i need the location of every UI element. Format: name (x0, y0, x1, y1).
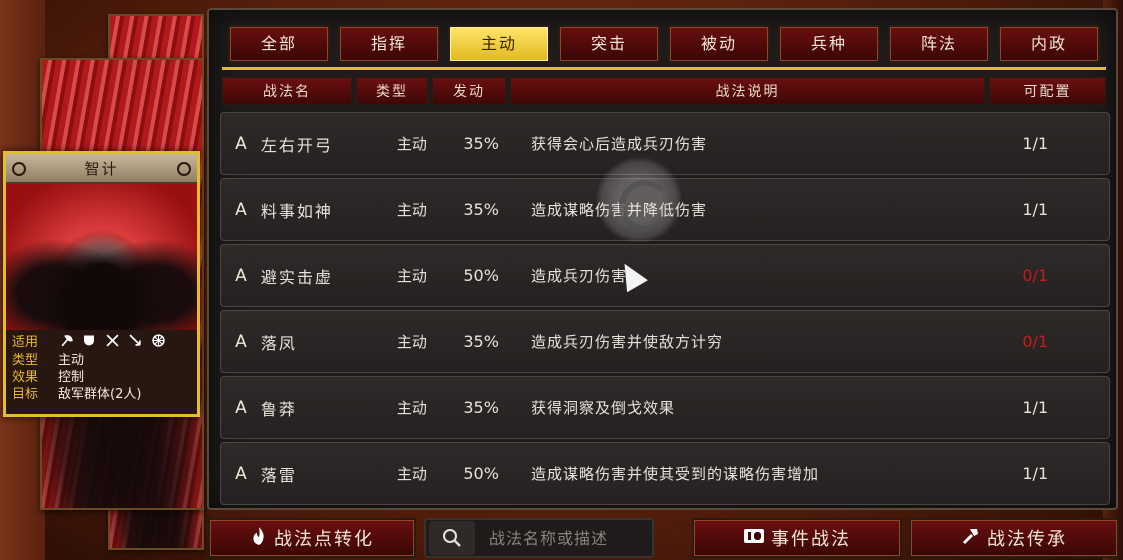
stat-key: 适用 (12, 335, 39, 350)
tactic-name: 左右开弓 (260, 135, 333, 155)
tactic-rate: 35% (463, 134, 499, 153)
tactic-desc: 造成谋略伤害并使其受到的谋略伤害增加 (531, 465, 820, 483)
card-stat-row: 类型 主动 (12, 352, 191, 369)
tactic-count: 1/1 (1022, 134, 1049, 153)
tactic-grade: A (235, 331, 247, 352)
tactic-desc: 获得会心后造成兵刃伤害 (531, 135, 708, 153)
tabs-divider (222, 67, 1106, 70)
card-stat-row: 适用 (12, 334, 191, 352)
tab-command[interactable]: 指挥 (338, 25, 440, 63)
tactic-type: 主动 (396, 201, 427, 219)
search-icon[interactable] (429, 521, 475, 555)
card-stat-row: 目标 敌军群体(2人) (12, 386, 191, 403)
stat-key: 目标 (12, 387, 39, 402)
card-stat-row: 效果 控制 (12, 369, 191, 386)
tab-passive[interactable]: 被动 (668, 25, 770, 63)
tab-internal[interactable]: 内政 (998, 25, 1100, 63)
tactic-count: 1/1 (1022, 464, 1049, 483)
arrow-icon (127, 334, 143, 352)
stat-key: 类型 (12, 353, 39, 368)
tactic-rate: 50% (463, 266, 499, 285)
tactic-name: 鲁莽 (260, 399, 297, 419)
tactic-grade: A (235, 463, 247, 484)
hammer-icon (961, 526, 981, 551)
table-row[interactable]: A 落凤 主动 35% 造成兵刃伤害并使敌方计穷 0/1 (220, 310, 1110, 373)
stat-value: 敌军群体(2人) (58, 387, 142, 402)
tactic-count: 1/1 (1022, 398, 1049, 417)
tactic-name: 落凤 (260, 333, 297, 353)
tactic-grade: A (235, 397, 247, 418)
flame-icon (250, 526, 268, 551)
tactic-card[interactable]: 智计 适用 类型 主动 效果 控制 目标 敌军群体(2人) (3, 151, 200, 417)
tactic-desc: 造成兵刃伤害 (531, 267, 628, 285)
card-title: 智计 (6, 154, 197, 184)
tactic-type: 主动 (396, 399, 427, 417)
axe-icon (58, 334, 74, 352)
unit-icons (58, 334, 166, 352)
column-header-rate[interactable]: 发动 (432, 77, 506, 105)
category-tabs: 全部 指挥 主动 突击 被动 兵种 阵法 内政 (228, 25, 1100, 63)
wheel-icon (150, 334, 166, 352)
tactic-inherit-button[interactable]: 战法传承 (909, 518, 1119, 558)
tactics-panel: 全部 指挥 主动 突击 被动 兵种 阵法 内政 战法名 类型 发动 战法说明 可… (207, 8, 1118, 510)
event-tactics-label: 事件战法 (771, 529, 851, 550)
stat-value: 主动 (58, 353, 85, 368)
tab-active[interactable]: 主动 (448, 25, 550, 63)
tab-all[interactable]: 全部 (228, 25, 330, 63)
stat-key: 效果 (12, 370, 39, 385)
tactic-rate: 35% (463, 332, 499, 351)
loading-spinner (595, 156, 683, 244)
tactic-desc: 造成兵刃伤害并使敌方计穷 (531, 333, 724, 351)
stat-value: 控制 (58, 370, 85, 385)
search-input[interactable] (489, 528, 639, 548)
shield-icon (81, 334, 97, 352)
tactic-name: 避实击虚 (260, 267, 333, 287)
tactic-name: 料事如神 (260, 201, 333, 221)
tactic-rate: 50% (463, 464, 499, 483)
tactic-count: 0/1 (1022, 332, 1049, 351)
tactic-type: 主动 (396, 135, 427, 153)
card-artwork (6, 184, 197, 330)
tactic-count: 1/1 (1022, 200, 1049, 219)
convert-points-label: 战法点转化 (274, 529, 374, 550)
convert-points-button[interactable]: 战法点转化 (208, 518, 416, 558)
table-row[interactable]: A 落雷 主动 50% 造成谋略伤害并使其受到的谋略伤害增加 1/1 (220, 442, 1110, 505)
crossed-swords-icon (104, 334, 120, 352)
tactic-desc: 造成谋略伤害并降低伤害 (513, 199, 962, 220)
tactic-rate: 35% (463, 398, 499, 417)
tab-assault[interactable]: 突击 (558, 25, 660, 63)
tactic-rate: 35% (463, 200, 499, 219)
tactic-grade: A (235, 199, 247, 220)
column-header-count[interactable]: 可配置 (989, 77, 1106, 105)
column-header-name[interactable]: 战法名 (222, 77, 352, 105)
table-row[interactable]: A 鲁莽 主动 35% 获得洞察及倒戈效果 1/1 (220, 376, 1110, 439)
column-header-desc: 战法说明 (510, 77, 985, 105)
search-box[interactable] (424, 518, 654, 558)
tab-troop[interactable]: 兵种 (778, 25, 880, 63)
tactic-count: 0/1 (1022, 266, 1049, 285)
event-tactics-button[interactable]: 事件战法 (692, 518, 902, 558)
scroll-icon (743, 527, 765, 550)
tab-formation[interactable]: 阵法 (888, 25, 990, 63)
tactic-grade: A (235, 133, 247, 154)
tactic-grade: A (235, 265, 247, 286)
tactic-type: 主动 (396, 465, 427, 483)
tactic-type: 主动 (396, 333, 427, 351)
tactic-type: 主动 (396, 267, 427, 285)
column-header-type[interactable]: 类型 (356, 77, 428, 105)
tactic-desc: 获得洞察及倒戈效果 (531, 399, 676, 417)
tactic-name: 落雷 (260, 465, 297, 485)
table-header: 战法名 类型 发动 战法说明 可配置 (222, 77, 1106, 105)
table-row[interactable]: A 避实击虚 主动 50% 造成兵刃伤害 0/1 (220, 244, 1110, 307)
tactic-inherit-label: 战法传承 (987, 529, 1067, 550)
card-stats: 适用 类型 主动 效果 控制 目标 敌军群体(2人) (6, 330, 197, 407)
